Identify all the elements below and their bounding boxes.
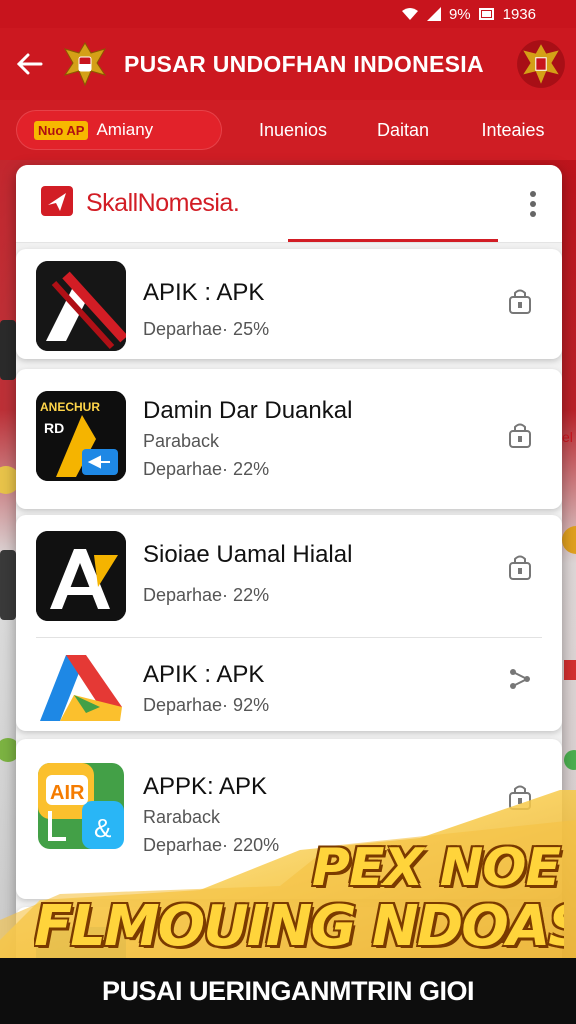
app-icon-triangle-colorful — [36, 645, 126, 735]
app-meta: Deparhae· 22% — [143, 585, 270, 605]
app-icon-arrow-yellow: ANECHUR RD — [36, 391, 126, 481]
tab-bar: Nuo AP Amiany Inuenios Daitan Inteaies — [0, 100, 576, 160]
battery-percent: 9% — [448, 5, 471, 23]
tab-daitan[interactable]: Daitan — [348, 120, 458, 141]
panel-header: SkallNomesia. — [16, 165, 562, 243]
lock-icon[interactable] — [506, 421, 534, 449]
signal-icon — [426, 7, 441, 21]
app-name: APIK : APK — [143, 661, 265, 688]
share-icon[interactable] — [506, 665, 534, 693]
wifi-icon — [401, 7, 419, 21]
arrow-left-icon — [17, 53, 43, 75]
app-meta: Deparhae· 22% — [143, 459, 270, 479]
tab-inuenios[interactable]: Inuenios — [238, 120, 348, 141]
app-icon-red-black — [36, 261, 126, 351]
app-subtitle: Paraback — [143, 431, 220, 451]
tab-badge: Nuo AP — [34, 120, 89, 140]
app-name: APIK : APK — [143, 279, 265, 306]
svg-text:el: el — [562, 429, 573, 445]
back-button[interactable] — [0, 28, 60, 100]
tab-indicator — [288, 239, 498, 242]
icon-text-mid: RD — [44, 420, 64, 436]
background-content-right: el — [562, 420, 576, 820]
app-icon-a-black — [36, 531, 126, 621]
lock-icon[interactable] — [506, 553, 534, 581]
app-name: Sioiae Uamal Hialal — [143, 541, 353, 568]
icon-text-top: ANECHUR — [40, 400, 100, 414]
app-row[interactable]: APIK : APK Deparhae· 92% — [16, 637, 562, 731]
banner-subheadline: FLMOUING NDOAS! — [34, 894, 564, 959]
tab-active[interactable]: Nuo AP Amiany — [16, 110, 222, 150]
app-name: Damin Dar Duankal — [143, 397, 353, 424]
app-card[interactable]: APIK : APK Deparhae· 25% — [16, 249, 562, 359]
battery-icon — [478, 7, 495, 21]
banner-headline: PEX NOE — [311, 838, 561, 898]
footer-caption: PUSAI UERINGANMTRIN GIOI — [0, 958, 576, 1024]
app-bar: PUSAR UNDOFHAN INDONESIA — [0, 28, 576, 100]
garuda-emblem-icon — [60, 39, 110, 89]
lock-icon[interactable] — [506, 287, 534, 315]
clock: 1936 — [502, 5, 536, 23]
app-meta: Deparhae· 25% — [143, 319, 270, 339]
app-card[interactable]: ANECHUR RD Damin Dar Duankal Paraback De… — [16, 369, 562, 509]
app-meta: Deparhae· 92% — [143, 695, 270, 715]
tab-inteaies[interactable]: Inteaies — [458, 120, 568, 141]
page-title: PUSAR UNDOFHAN INDONESIA — [124, 50, 484, 77]
brand-logo-icon — [40, 185, 74, 222]
app-card-group: Sioiae Uamal Hialal Deparhae· 22% APIK :… — [16, 515, 562, 731]
promo-banner[interactable]: PEX NOE FLMOUING NDOAS! — [0, 790, 576, 960]
app-row[interactable]: Sioiae Uamal Hialal Deparhae· 22% — [16, 515, 562, 637]
tab-active-label: Amiany — [96, 120, 154, 139]
status-bar: 9% 1936 — [0, 0, 576, 28]
more-options-icon[interactable] — [530, 191, 536, 217]
brand-name: SkallNomesia. — [86, 189, 240, 217]
garuda-emblem-right-icon — [516, 38, 566, 95]
